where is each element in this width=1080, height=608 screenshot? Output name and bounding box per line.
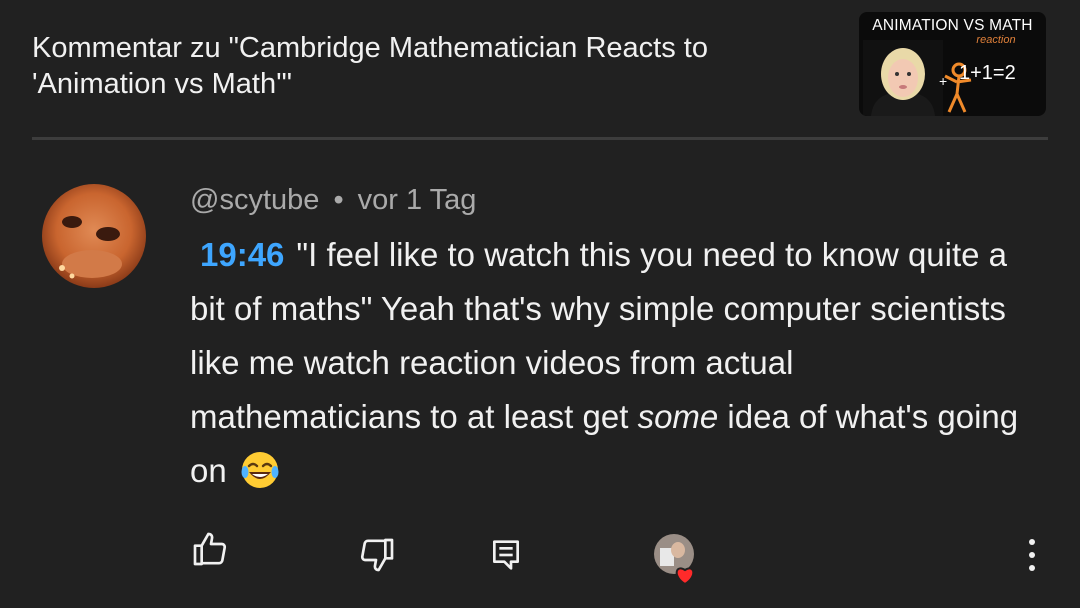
like-button[interactable]: [188, 525, 232, 573]
creator-avatar-heart-icon: [654, 534, 695, 586]
more-options-button[interactable]: [1016, 533, 1048, 577]
thumbnail-equation: 1+1=2: [959, 62, 1016, 84]
creator-face-image: [863, 40, 943, 116]
thumbs-down-icon: [360, 538, 394, 572]
dislike-button[interactable]: [355, 531, 399, 579]
meta-separator: •: [333, 184, 344, 216]
header-divider: [32, 137, 1048, 140]
comment-emphasis: some: [637, 398, 719, 435]
header-title: Kommentar zu "Cambridge Mathematician Re…: [32, 32, 708, 100]
timestamp-link[interactable]: 19:46: [200, 236, 284, 273]
comment-header: Kommentar zu "Cambridge Mathematician Re…: [0, 0, 1080, 138]
thumbs-up-icon: [193, 532, 227, 566]
laughing-tears-emoji-icon: [241, 452, 279, 488]
comment-actions: [0, 525, 1080, 585]
svg-text:+: +: [939, 73, 947, 89]
author-handle[interactable]: @scytube: [190, 184, 319, 216]
comment-meta: @scytube • vor 1 Tag: [190, 184, 476, 217]
comment-time: vor 1 Tag: [357, 184, 477, 216]
creator-heart: [652, 532, 708, 588]
thumbnail-subtitle: reaction: [976, 34, 1016, 46]
comment-body: 19:46 "I feel like to watch this you need…: [190, 228, 1030, 498]
thumbnail-title: ANIMATION VS MATH: [872, 17, 1033, 34]
reply-button[interactable]: [484, 531, 528, 579]
avatar-photo-image: [42, 184, 146, 288]
video-thumbnail[interactable]: + ANIMATION VS MATH reaction 1+1=2: [859, 12, 1046, 116]
reply-icon: [493, 540, 519, 570]
author-avatar[interactable]: [42, 184, 146, 288]
more-vert-icon: [1029, 539, 1035, 571]
